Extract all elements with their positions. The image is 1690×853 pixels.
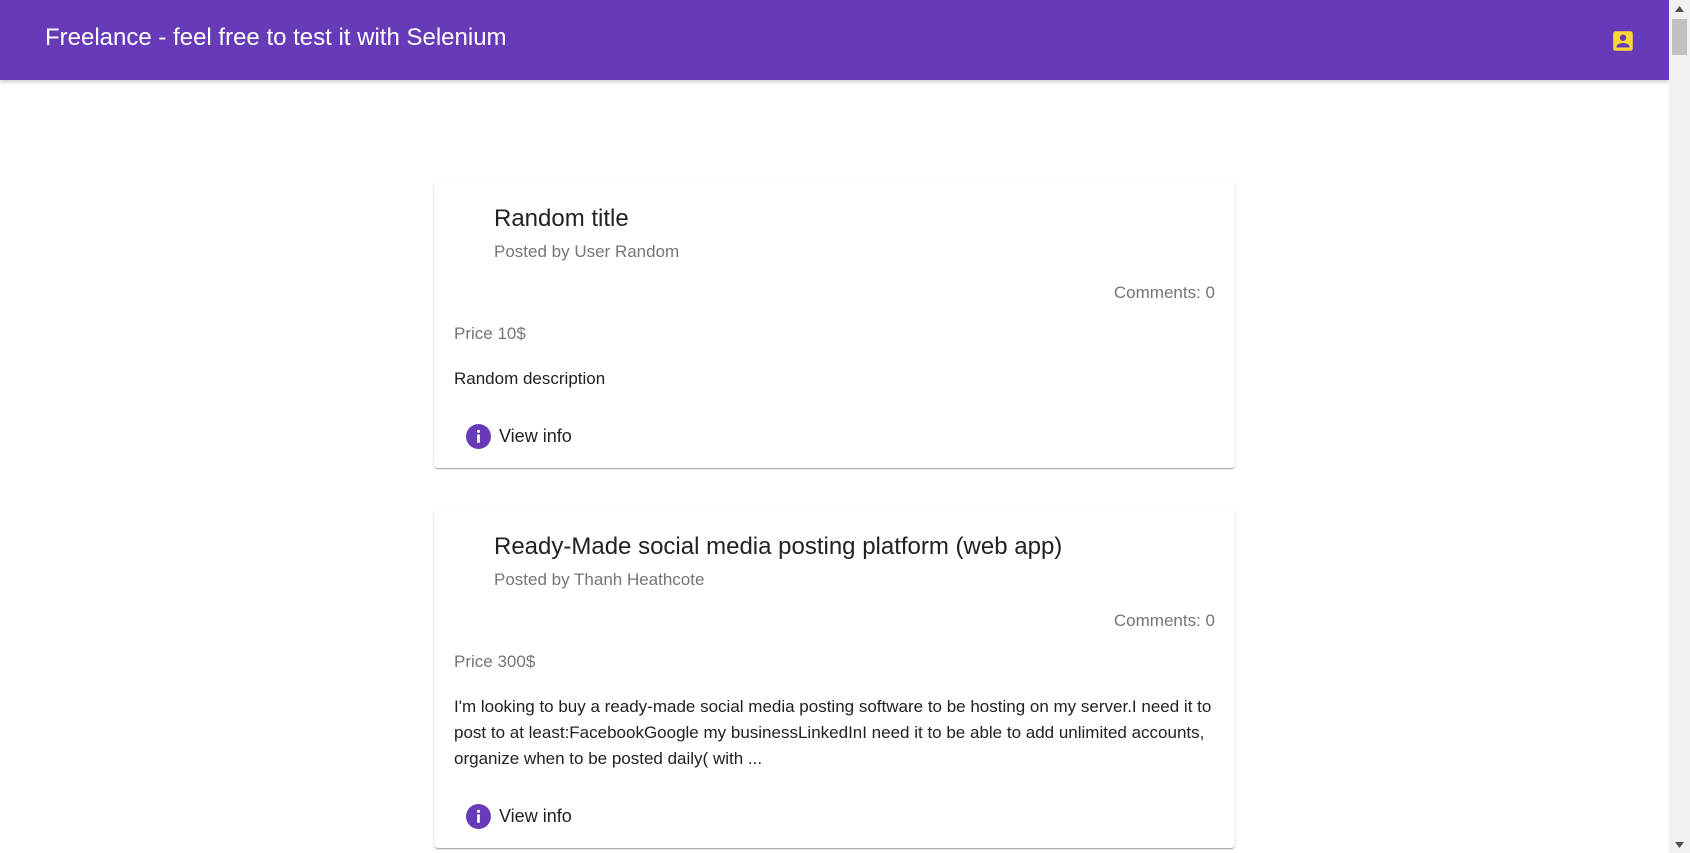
job-title: Ready-Made social media posting platform…: [494, 533, 1063, 560]
job-card: Ready-Made social media posting platform…: [434, 508, 1235, 848]
top-toolbar: Freelance - feel free to test it with Se…: [0, 0, 1669, 80]
job-price: Price 300$: [454, 652, 536, 671]
job-description: I'm looking to buy a ready-made social m…: [454, 697, 1212, 768]
job-comments-count: Comments: 0: [1113, 611, 1215, 630]
job-title: Random title: [494, 205, 629, 232]
account-button[interactable]: [1610, 28, 1636, 54]
job-comments-count: Comments: 0: [1113, 283, 1215, 302]
view-info-label: View info: [499, 426, 572, 446]
account-box-icon: [1613, 31, 1633, 51]
scroll-down-arrow-icon[interactable]: [1669, 836, 1690, 853]
job-description: Random description: [454, 369, 606, 388]
job-card-header: Ready-Made social media posting platform…: [454, 508, 1215, 592]
scrollbar-thumb[interactable]: [1672, 19, 1687, 55]
info-icon: [466, 804, 491, 829]
page-scrollbar[interactable]: [1669, 0, 1690, 853]
view-info-button[interactable]: View info: [466, 804, 572, 829]
job-price: Price 10$: [454, 324, 526, 343]
app-title: Freelance - feel free to test it with Se…: [45, 24, 507, 51]
page: Freelance - feel free to test it with Se…: [0, 0, 1669, 853]
job-posted-by: Posted by Thanh Heathcote: [494, 570, 705, 589]
view-info-button[interactable]: View info: [466, 424, 572, 449]
job-posted-by: Posted by User Random: [494, 242, 680, 261]
scroll-up-arrow-icon[interactable]: [1669, 0, 1690, 17]
job-card: Random title Posted by User Random Comme…: [434, 180, 1235, 468]
job-card-header: Random title Posted by User Random: [454, 180, 1215, 264]
job-card-actions: View info: [454, 772, 1215, 848]
info-icon: [466, 424, 491, 449]
job-list: Random title Posted by User Random Comme…: [434, 180, 1235, 853]
view-info-label: View info: [499, 806, 572, 826]
job-card-actions: View info: [454, 392, 1215, 468]
